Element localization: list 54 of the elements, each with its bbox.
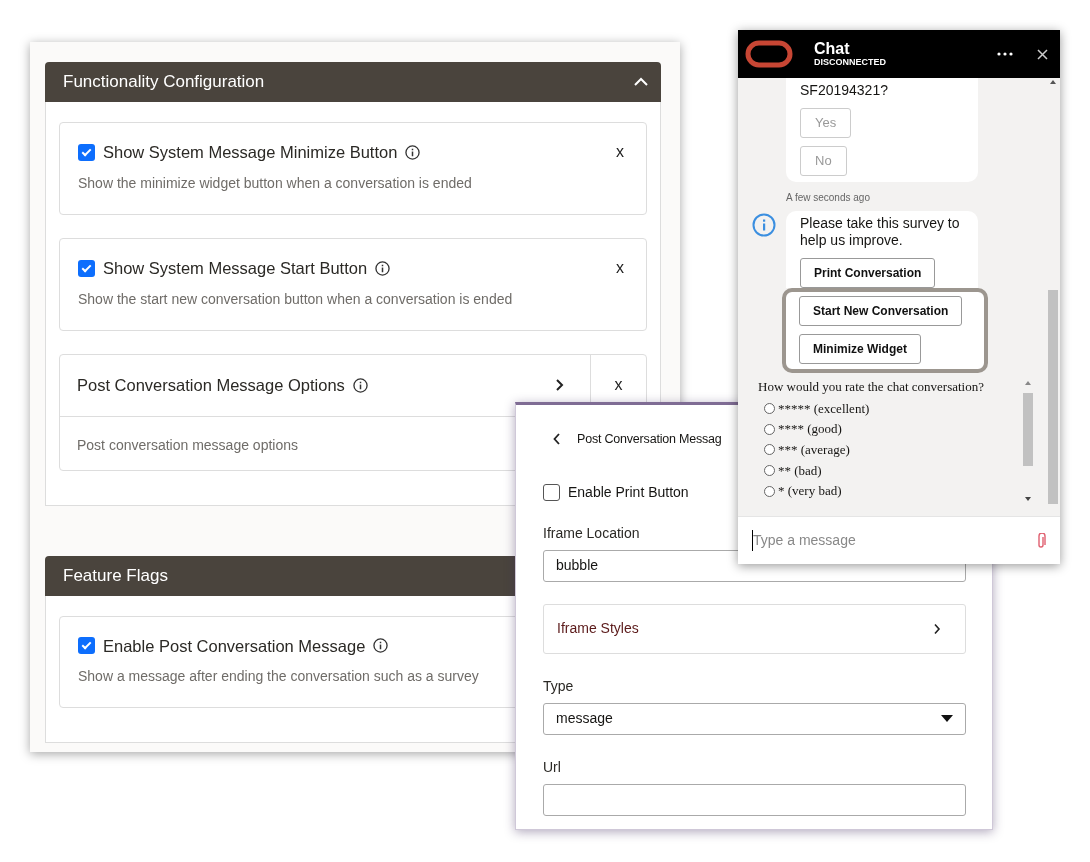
option-label: Show System Message Minimize Button	[103, 142, 398, 163]
option-label: Enable Post Conversation Message	[103, 635, 366, 657]
row-label: Iframe Styles	[557, 619, 639, 639]
checkbox[interactable]	[543, 483, 560, 501]
checkbox[interactable]	[78, 259, 95, 277]
dropdown-caret-icon	[941, 714, 953, 723]
section-title: Functionality Configuration	[63, 71, 265, 94]
checkbox[interactable]	[78, 637, 95, 655]
remove-button[interactable]: x	[612, 140, 628, 165]
field-label: Iframe Location	[543, 523, 640, 543]
section-header[interactable]: Functionality Configuration	[45, 62, 661, 102]
checkbox[interactable]	[78, 143, 95, 161]
info-icon[interactable]	[405, 144, 421, 160]
message-text: SF20194321?	[800, 82, 889, 100]
option-label: Post Conversation Message Options	[77, 374, 345, 396]
option-description: Post conversation message options	[77, 435, 298, 455]
field-label: Url	[543, 757, 561, 777]
attachment-icon[interactable]	[1036, 532, 1046, 549]
option-description: Show the start new conversation button when a conversation is ended	[78, 289, 513, 309]
more-icon[interactable]	[997, 52, 1013, 56]
chevron-right-icon[interactable]	[933, 622, 941, 635]
radio-option[interactable]: ***** (excellent)	[758, 398, 1008, 419]
message-text: Please take this survey to help us improve.	[800, 214, 961, 250]
radio-option[interactable]: * (very bad)	[758, 480, 1008, 502]
connection-status: DISCONNECTED	[814, 57, 886, 68]
panel-title: Post Conversation Messag	[577, 431, 722, 448]
checkbox-label: Enable Print Button	[568, 482, 689, 502]
message-input[interactable]: Type a message	[738, 516, 1060, 564]
chat-title: Chat	[814, 40, 851, 58]
info-icon[interactable]	[352, 377, 368, 393]
back-icon[interactable]	[553, 433, 561, 446]
chevron-right-icon[interactable]	[555, 379, 565, 391]
survey-question: How would you rate the chat conversation?	[758, 377, 985, 396]
option-description: Show the minimize widget button when a conversation is ended	[78, 173, 472, 193]
info-icon[interactable]	[373, 638, 389, 654]
logo-icon	[745, 40, 793, 68]
action-button[interactable]: Minimize Widget	[799, 333, 921, 364]
section-title: Feature Flags	[63, 564, 168, 587]
radio-option[interactable]: ** (bad)	[758, 460, 1008, 481]
option-description: Show a message after ending the conversation such as a survey	[78, 667, 479, 687]
info-icon[interactable]	[375, 260, 391, 276]
select-field[interactable]: message	[543, 702, 966, 735]
close-icon[interactable]	[1037, 48, 1048, 60]
input-field[interactable]	[543, 783, 966, 816]
remove-button[interactable]: x	[612, 256, 628, 281]
action-button[interactable]: Start New Conversation	[799, 295, 963, 326]
expand-row[interactable]: Iframe Styles	[543, 603, 966, 654]
remove-button[interactable]: x	[610, 373, 627, 397]
radio-option[interactable]: *** (average)	[758, 439, 1008, 461]
action-button[interactable]: Print Conversation	[800, 257, 936, 288]
option-label: Show System Message Start Button	[103, 257, 368, 279]
field-label: Type	[543, 676, 574, 696]
radio-option[interactable]: **** (good)	[758, 418, 1008, 440]
message-timestamp: A few seconds ago	[786, 190, 871, 205]
